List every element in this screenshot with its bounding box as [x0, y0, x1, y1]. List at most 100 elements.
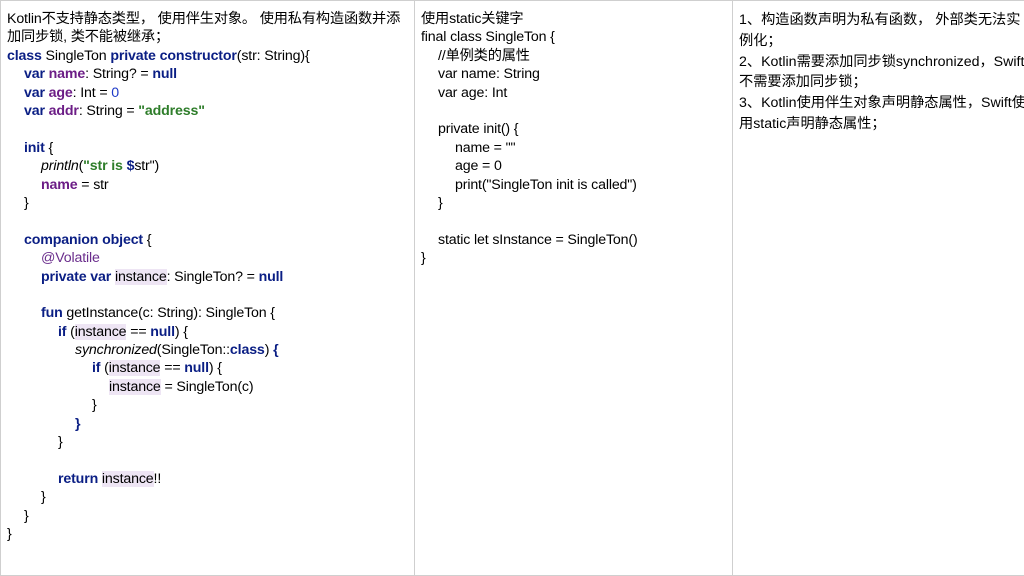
keyword: companion — [24, 231, 99, 248]
code-line-close: } — [92, 397, 97, 414]
code-line-fun: fun getInstance(c: String): SingleTon { — [7, 304, 408, 322]
code-line-assign: name = str — [7, 176, 408, 194]
code-text: { — [143, 231, 152, 248]
code-text: = str — [77, 176, 109, 193]
note-3: 3、Kotlin使用伴生对象声明静态属性，Swift使用static声明静态属性… — [739, 95, 1024, 132]
swift-line-static: static let sInstance = SingleTon() — [438, 231, 638, 248]
keyword: fun — [41, 305, 63, 322]
code-text: == — [126, 323, 151, 340]
comparison-table: Kotlin不支持静态类型， 使用伴生对象。 使用私有构造函数并添加同步锁, 类… — [0, 0, 1024, 576]
code-text: ) { — [208, 360, 222, 377]
keyword: class — [7, 47, 42, 64]
code-text: ) { — [174, 323, 188, 340]
code-line-close: } — [41, 489, 46, 506]
kotlin-cell: Kotlin不支持静态类型， 使用伴生对象。 使用私有构造函数并添加同步锁, 类… — [0, 0, 415, 576]
kotlin-intro: Kotlin不支持静态类型， 使用伴生对象。 使用私有构造函数并添加同步锁, 类… — [7, 11, 401, 46]
keyword: private — [41, 268, 87, 285]
swift-line-class: final class SingleTon { — [421, 29, 555, 46]
function-name: synchronized — [75, 342, 157, 359]
code-text: : SingleTon? = — [166, 268, 259, 285]
notes-cell: 1、构造函数声明为私有函数， 外部类无法实例化； 2、Kotlin需要添加同步锁… — [732, 0, 1024, 576]
keyword: init — [24, 139, 45, 156]
highlighted-identifier: instance — [74, 323, 127, 340]
swift-line-close: } — [438, 194, 443, 211]
code-line-companion: companion object { — [7, 231, 408, 249]
code-text: = SingleTon(c) — [160, 378, 254, 395]
code-text: !! — [153, 470, 162, 487]
code-line-new-instance: instance = SingleTon(c) — [7, 378, 408, 396]
property: name — [48, 66, 86, 83]
code-text: ) — [264, 342, 274, 359]
swift-line-age-assign: age = 0 — [455, 158, 502, 175]
keyword: null — [152, 66, 177, 83]
code-line-if-inner: if (instance == null) { — [7, 359, 408, 377]
code-line-close: } — [75, 415, 81, 432]
swift-intro: 使用static关键字 — [421, 11, 524, 27]
code-line-class: class SingleTon private constructor(str:… — [7, 47, 408, 65]
property: addr — [48, 102, 79, 119]
code-text: str") — [134, 158, 160, 175]
highlighted-identifier: instance — [109, 378, 161, 395]
property: name — [41, 176, 78, 193]
keyword: null — [184, 360, 209, 377]
swift-line-name: var name: String — [438, 66, 540, 83]
brace: { — [273, 342, 279, 359]
note-1: 1、构造函数声明为私有函数， 外部类无法实例化； — [739, 12, 1021, 49]
code-text: : String = — [78, 102, 139, 119]
keyword: var — [90, 268, 112, 285]
keyword: constructor — [159, 47, 237, 64]
code-text: { — [44, 139, 54, 156]
code-line-annotation: @Volatile — [41, 250, 100, 267]
keyword: class — [229, 342, 265, 359]
code-line-addr: var addr: String = "address" — [7, 102, 408, 120]
keyword: object — [102, 231, 144, 248]
code-text: SingleTon — [41, 47, 111, 64]
code-line-return: return instance!! — [7, 470, 408, 488]
code-line-close: } — [7, 525, 12, 542]
code-line-println: println("str is $str") — [7, 157, 408, 175]
code-line-close: } — [58, 434, 63, 451]
keyword: private — [110, 47, 156, 64]
function-name: println — [41, 158, 79, 175]
swift-line-comment: //单例类的属性 — [438, 47, 530, 64]
swift-cell: 使用static关键字 final class SingleTon { //单例… — [414, 0, 733, 576]
highlighted-identifier: instance — [101, 470, 154, 487]
keyword: var — [24, 66, 45, 83]
code-line-if-outer: if (instance == null) { — [7, 323, 408, 341]
code-text: == — [160, 360, 185, 377]
code-line-synchronized: synchronized(SingleTon::class) { — [7, 341, 408, 359]
code-text: getInstance(c: String): SingleTon { — [62, 305, 275, 322]
code-text: (SingleTon:: — [156, 342, 230, 359]
swift-line-print: print("SingleTon init is called") — [455, 176, 637, 193]
swift-line-init: private init() { — [438, 121, 519, 138]
string-literal: "address" — [138, 102, 205, 119]
code-line-name: var name: String? = null — [7, 65, 408, 83]
swift-line-age: var age: Int — [438, 84, 508, 101]
code-line-init: init { — [7, 139, 408, 157]
keyword: null — [150, 323, 175, 340]
keyword: null — [258, 268, 284, 285]
code-text: : String? = — [85, 66, 153, 83]
code-line-close: } — [24, 507, 29, 524]
property: age — [48, 84, 73, 101]
swift-line-name-assign: name = "" — [455, 139, 516, 156]
code-line-age: var age: Int = 0 — [7, 84, 408, 102]
code-line-instance-decl: private var instance: SingleTon? = null — [7, 268, 408, 286]
keyword: return — [58, 470, 99, 487]
code-line-close: } — [24, 194, 29, 211]
highlighted-identifier: instance — [108, 360, 161, 377]
code-text: (str: String){ — [236, 47, 310, 64]
number-literal: 0 — [111, 84, 120, 101]
string-literal: "str is — [83, 158, 127, 175]
keyword: var — [24, 84, 45, 101]
code-text: ( — [66, 323, 75, 340]
note-2: 2、Kotlin需要添加同步锁synchronized，Swift不需要添加同步… — [739, 53, 1024, 91]
highlighted-identifier: instance — [114, 268, 167, 285]
keyword: var — [24, 102, 45, 119]
swift-line-close: } — [421, 250, 426, 267]
